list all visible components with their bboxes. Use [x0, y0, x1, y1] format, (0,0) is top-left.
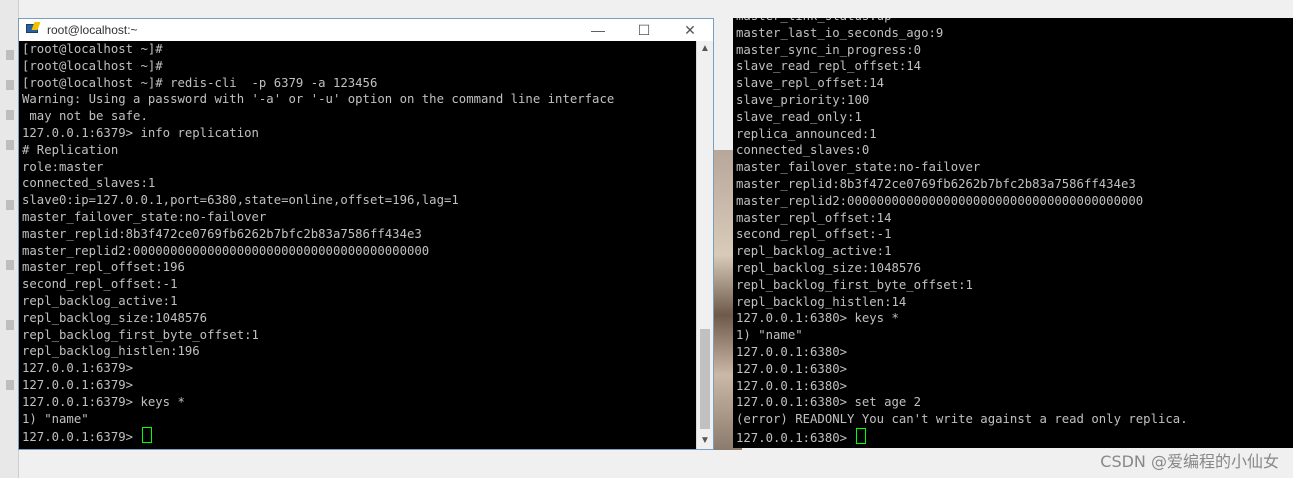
- terminal-line: second_repl_offset:-1: [736, 227, 892, 242]
- terminal-line: role:master: [22, 159, 104, 174]
- scroll-up-icon[interactable]: ▲: [697, 41, 713, 57]
- terminal-line: master_link_status:up: [736, 18, 1293, 25]
- desktop-glyph: [6, 80, 14, 90]
- terminal-line: 127.0.0.1:6379>: [22, 427, 697, 444]
- terminal-line: slave_priority:100: [736, 92, 870, 107]
- terminal-line: 1) "name": [22, 411, 89, 426]
- terminal-line: 127.0.0.1:6379>: [22, 377, 134, 392]
- desktop-glyph: [6, 50, 14, 60]
- terminal-line: 127.0.0.1:6380>: [736, 361, 848, 376]
- desktop-glyph: [6, 260, 14, 270]
- terminal-line: 127.0.0.1:6379> info replication: [22, 125, 259, 140]
- terminal-line: master_failover_state:no-failover: [22, 209, 267, 224]
- terminal-line: repl_backlog_first_byte_offset:1: [736, 277, 973, 292]
- terminal-line: [root@localhost ~]#: [22, 42, 163, 56]
- desktop-glyph: [6, 320, 14, 330]
- terminal-line: master_replid:8b3f472ce0769fb6262b7bfc2b…: [736, 176, 1136, 191]
- terminal-output[interactable]: [root@localhost ~]# [root@localhost ~]# [r…: [19, 41, 697, 449]
- terminal-line: master_sync_in_progress:0: [736, 42, 922, 57]
- terminal-line: 127.0.0.1:6380>: [736, 427, 1293, 445]
- terminal-line: 127.0.0.1:6379>: [22, 361, 134, 376]
- scroll-thumb[interactable]: [700, 329, 710, 429]
- terminal-line: master_failover_state:no-failover: [736, 160, 981, 175]
- terminal-line: 127.0.0.1:6380> set age 2: [736, 395, 922, 410]
- terminal-line: slave0:ip=127.0.0.1,port=6380,state=onli…: [22, 193, 459, 208]
- desktop-glyph: [6, 200, 14, 210]
- terminal-line: replica_announced:1: [736, 126, 877, 141]
- terminal-line: slave_repl_offset:14: [736, 76, 885, 91]
- watermark: CSDN @爱编程的小仙女: [1100, 452, 1279, 471]
- window-titlebar[interactable]: root@localhost:~ — ☐ ✕: [19, 19, 713, 41]
- close-button[interactable]: ✕: [667, 19, 713, 41]
- terminal-line: slave_read_only:1: [736, 109, 862, 124]
- terminal-line: 127.0.0.1:6380>: [736, 378, 848, 393]
- terminal-line: second_repl_offset:-1: [22, 277, 178, 292]
- desktop-glyph: [6, 110, 14, 120]
- terminal-cursor: [856, 427, 867, 444]
- terminal-line: master_last_io_seconds_ago:9: [736, 25, 944, 40]
- terminal-cursor: [142, 427, 153, 444]
- terminal-line: master_replid2:0000000000000000000000000…: [736, 193, 1144, 208]
- vertical-scrollbar[interactable]: ▲ ▼: [696, 41, 713, 449]
- terminal-line: master_repl_offset:14: [736, 210, 892, 225]
- terminal-line: 127.0.0.1:6380> keys *: [736, 311, 899, 326]
- terminal-line: may not be safe.: [22, 109, 148, 124]
- replica-terminal-output[interactable]: master_link_status:upmaster_last_io_seco…: [733, 18, 1293, 448]
- maximize-button[interactable]: ☐: [621, 19, 667, 41]
- terminal-line: Warning: Using a password with '-a' or '…: [22, 92, 615, 107]
- terminal-line: repl_backlog_size:1048576: [736, 260, 922, 275]
- minimize-button[interactable]: —: [575, 19, 621, 41]
- putty-window[interactable]: root@localhost:~ — ☐ ✕ [root@localhost ~…: [18, 18, 714, 450]
- terminal-line: connected_slaves:1: [22, 176, 156, 191]
- terminal-line: repl_backlog_histlen:196: [22, 344, 200, 359]
- desktop-side-strip: [0, 0, 19, 478]
- terminal-line: master_repl_offset:196: [22, 260, 185, 275]
- terminal-line: repl_backlog_size:1048576: [22, 310, 208, 325]
- terminal-line: repl_backlog_active:1: [22, 293, 178, 308]
- terminal-line: master_replid:8b3f472ce0769fb6262b7bfc2b…: [22, 226, 422, 241]
- terminal-line: 127.0.0.1:6380>: [736, 344, 848, 359]
- putty-icon[interactable]: [25, 22, 41, 38]
- terminal-line: repl_backlog_histlen:14: [736, 294, 907, 309]
- scroll-down-icon[interactable]: ▼: [697, 433, 713, 449]
- terminal-line: connected_slaves:0: [736, 143, 870, 158]
- terminal-line: [root@localhost ~]# redis-cli -p 6379 -a…: [22, 75, 378, 90]
- desktop-glyph: [6, 380, 14, 390]
- terminal-line: 1) "name": [736, 328, 803, 343]
- terminal-line: master_replid2:0000000000000000000000000…: [22, 243, 430, 258]
- terminal-line: repl_backlog_first_byte_offset:1: [22, 327, 259, 342]
- terminal-line: slave_read_repl_offset:14: [736, 59, 922, 74]
- terminal-line: (error) READONLY You can't write against…: [736, 412, 1188, 427]
- window-title: root@localhost:~: [47, 23, 138, 37]
- desktop-glyph: [6, 140, 14, 150]
- terminal-line: [root@localhost ~]#: [22, 58, 163, 73]
- terminal-line: repl_backlog_active:1: [736, 244, 892, 259]
- terminal-line: # Replication: [22, 142, 119, 157]
- terminal-line: 127.0.0.1:6379> keys *: [22, 394, 185, 409]
